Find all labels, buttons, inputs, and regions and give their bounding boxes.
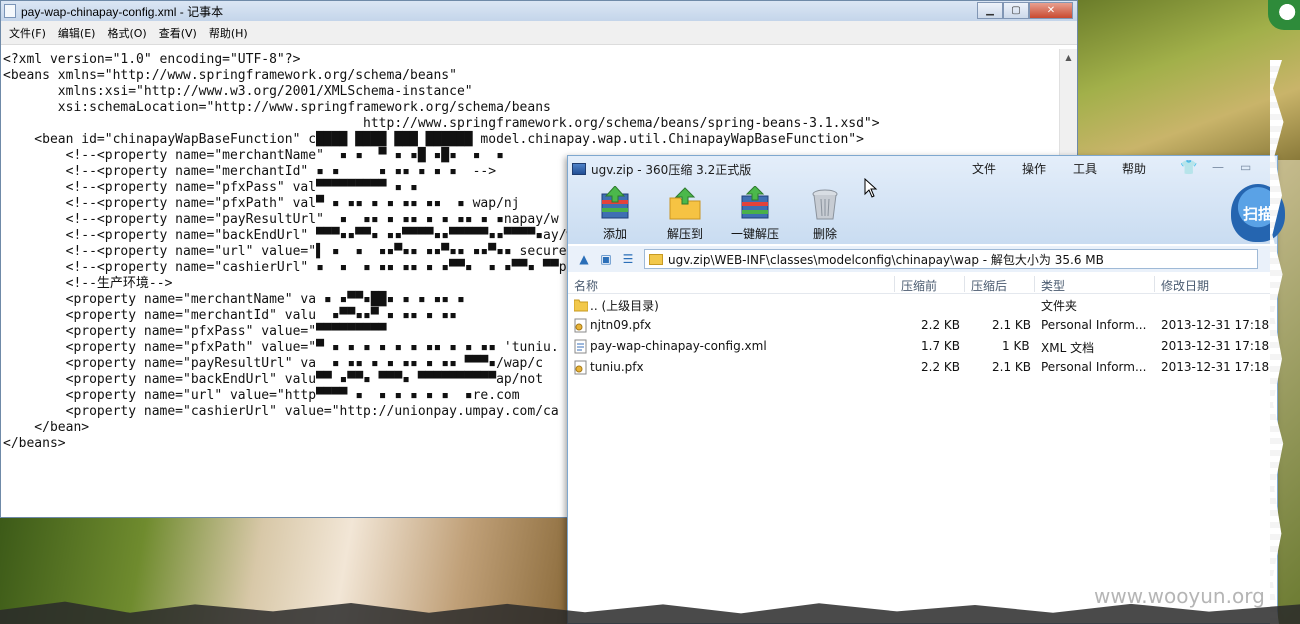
file-size-before: 1.7 KB [921,339,960,353]
watermark: www.wooyun.org [1094,584,1265,608]
address-field[interactable]: ugv.zip\WEB-INF\classes\modelconfig\chin… [644,249,1258,269]
xml-file-icon [574,339,588,354]
file-list-header: 名称 压缩前 压缩后 类型 修改日期 [568,274,1277,294]
file-size-after: 2.1 KB [992,318,1031,332]
file-row[interactable]: njtn09.pfx 2.2 KB 2.1 KB Personal Inform… [568,315,1277,336]
desktop-background [1078,0,1300,160]
zip-maximize-icon[interactable]: ▭ [1240,160,1251,174]
column-type[interactable]: 类型 [1041,277,1065,294]
file-date: 2013-12-31 17:18 [1161,360,1270,374]
trash-icon [807,186,843,222]
file-type: Personal Inform... [1041,318,1147,332]
scan-label: 扫描 [1242,204,1273,223]
column-size-after[interactable]: 压缩后 [971,277,1007,294]
menu-file[interactable]: 文件(F) [3,25,52,41]
zip-menu-help[interactable]: 帮助 [1122,160,1146,177]
file-row-parent[interactable]: .. (上级目录) 文件夹 [568,294,1277,315]
code-line: xmlns:xsi="http://www.w3.org/2001/XMLSch… [3,84,473,99]
file-size-after: 2.1 KB [992,360,1031,374]
zip-title: ugv.zip - 360压缩 3.2正式版 [591,162,752,177]
notepad-icon [4,4,16,18]
file-name: .. (上级目录) [590,299,659,313]
zip-menu-operate[interactable]: 操作 [1022,160,1046,177]
code-line: <bean id="chinapayWapBaseFunction" c████… [3,132,864,147]
add-label: 添加 [602,227,627,241]
code-line: xsi:schemaLocation="http://www.springfra… [3,100,551,115]
menu-format[interactable]: 格式(O) [101,25,152,41]
folder-icon [649,253,663,265]
one-click-extract-icon [737,185,773,222]
extract-to-button[interactable]: 解压到 [650,186,720,242]
zip-header: ugv.zip - 360压缩 3.2正式版 文件 操作 工具 帮助 👕 — ▭… [568,156,1285,244]
zip-window: ugv.zip - 360压缩 3.2正式版 文件 操作 工具 帮助 👕 — ▭… [567,155,1285,624]
zip-menu-file[interactable]: 文件 [972,160,996,177]
zip-toolbar: 添加 解压到 一键解压 删除 [580,185,860,242]
close-button[interactable]: ✕ [1029,2,1073,19]
file-name: tuniu.pfx [590,360,644,374]
menu-edit[interactable]: 编辑(E) [52,25,102,41]
delete-label: 删除 [812,227,837,241]
menu-help[interactable]: 帮助(H) [203,25,254,41]
file-size-before: 2.2 KB [921,318,960,332]
file-name: pay-wap-chinapay-config.xml [590,339,767,353]
file-type: Personal Inform... [1041,360,1147,374]
file-date: 2013-12-31 17:18 [1161,339,1270,353]
desktop-globe-icon [1268,0,1300,30]
notepad-title: pay-wap-chinapay-config.xml - 记事本 [21,4,224,19]
notepad-titlebar: pay-wap-chinapay-config.xml - 记事本 ▁ ▢ ✕ [1,1,1077,21]
one-click-extract-label: 一键解压 [730,227,779,241]
file-row[interactable]: pay-wap-chinapay-config.xml 1.7 KB 1 KB … [568,336,1277,357]
notepad-menubar: 文件(F) 编辑(E) 格式(O) 查看(V) 帮助(H) [1,21,1077,45]
file-type: 文件夹 [1041,299,1078,313]
delete-button[interactable]: 删除 [790,186,860,242]
zip-menu-tools[interactable]: 工具 [1073,160,1097,177]
skin-icon[interactable]: 👕 [1180,160,1197,176]
file-name: njtn09.pfx [590,318,652,332]
certificate-file-icon [574,318,588,333]
zip-titlebar: ugv.zip - 360压缩 3.2正式版 [568,156,1277,182]
file-row[interactable]: tuniu.pfx 2.2 KB 2.1 KB Personal Inform.… [568,357,1277,378]
up-arrow-icon[interactable]: ▲ [576,252,592,266]
add-archive-icon [597,185,633,222]
extract-to-label: 解压到 [666,227,703,241]
file-date: 2013-12-31 17:18 [1161,318,1270,332]
menu-view[interactable]: 查看(V) [153,25,203,41]
mouse-cursor-icon [864,178,878,198]
window-controls: ▁ ▢ ✕ [977,2,1073,19]
zip-addressbar: ▲ ▣ ☰ ugv.zip\WEB-INF\classes\modelconfi… [568,246,1277,272]
scroll-up-icon[interactable]: ▲ [1060,49,1077,65]
extract-folder-icon [667,186,703,222]
column-name[interactable]: 名称 [574,277,598,294]
add-button[interactable]: 添加 [580,185,650,242]
file-size-after: 1 KB [1002,339,1030,353]
column-modified[interactable]: 修改日期 [1161,277,1209,294]
one-click-extract-button[interactable]: 一键解压 [720,185,790,242]
certificate-file-icon [574,360,588,375]
column-size-before[interactable]: 压缩前 [901,277,937,294]
code-line: http://www.springframework.org/schema/be… [3,116,880,131]
file-size-before: 2.2 KB [921,360,960,374]
view-icon[interactable]: ▣ [598,252,614,266]
file-type: XML 文档 [1041,341,1095,355]
folder-icon [573,297,589,312]
code-line: <beans xmlns="http://www.springframework… [3,68,457,83]
zip-app-icon [572,163,586,175]
address-text: ugv.zip\WEB-INF\classes\modelconfig\chin… [668,252,1104,267]
zip-minimize-icon[interactable]: — [1212,160,1224,174]
maximize-button[interactable]: ▢ [1003,2,1029,19]
minimize-button[interactable]: ▁ [977,2,1003,19]
code-line: <?xml version="1.0" encoding="UTF-8"?> [3,52,301,67]
list-view-icon[interactable]: ☰ [620,252,636,266]
